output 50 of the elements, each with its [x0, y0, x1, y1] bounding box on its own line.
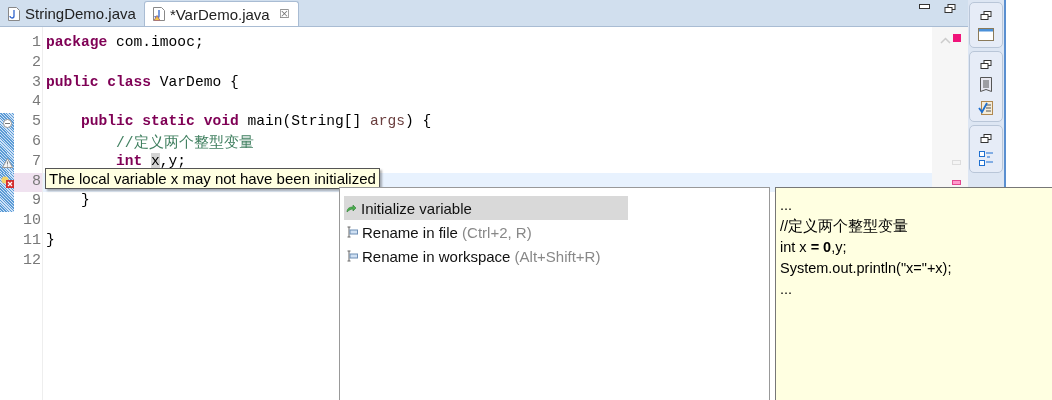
quick-fix-item[interactable]: Rename in workspace (Alt+Shift+R): [344, 244, 628, 268]
error-marker-icon[interactable]: [952, 180, 961, 185]
code-line: public class VarDemo {: [46, 73, 239, 90]
window-icon[interactable]: [978, 28, 994, 41]
collapse-icon[interactable]: [2, 118, 12, 128]
preview-line: ...: [780, 196, 794, 215]
line-number: 10: [22, 212, 42, 232]
code-line: package com.imooc;: [46, 34, 204, 50]
line-number: 7: [31, 152, 42, 172]
preview-line: //定义两个整型变量: [780, 217, 910, 236]
line-number: 3: [31, 73, 42, 93]
line-number: 9: [31, 192, 42, 212]
restore-icon[interactable]: [980, 134, 992, 144]
restore-icon[interactable]: [980, 11, 992, 21]
error-bulb-icon[interactable]: [0, 176, 14, 189]
code-line: public static void main(String[] args) {: [80, 113, 432, 130]
line-number: 6: [31, 133, 42, 152]
quick-fix-item[interactable]: Initialize variable: [344, 196, 628, 220]
error-marker-icon[interactable]: [953, 34, 961, 42]
line-number: 11: [22, 231, 42, 251]
restore-icon[interactable]: [980, 60, 992, 70]
line-number: 8: [14, 172, 42, 193]
line-number: 5: [31, 113, 42, 133]
code-line: //定义两个整型变量: [115, 135, 254, 151]
minimize-icon[interactable]: [919, 4, 930, 9]
warning-marker-icon[interactable]: [952, 160, 961, 165]
java-file-icon: [8, 6, 20, 21]
code-line: int x,y;: [115, 152, 187, 169]
line-number: 4: [31, 93, 42, 113]
close-tab-button[interactable]: ☒: [278, 7, 290, 21]
error-tooltip: The local variable x may not have been initialized: [45, 168, 380, 189]
editor-tab[interactable]: *VarDemo.java ☒: [143, 1, 299, 26]
restore-icon[interactable]: [944, 4, 956, 14]
task-list-icon[interactable]: [978, 99, 994, 115]
code-line: }: [80, 192, 90, 209]
rename-icon: [346, 250, 358, 262]
correction-arrow-icon: [346, 203, 357, 213]
line-number: 2: [31, 53, 42, 73]
java-file-icon: [152, 7, 165, 21]
document-icon[interactable]: [980, 77, 992, 92]
preview-line: int x = 0,y;: [780, 238, 848, 257]
preview-line: ...: [780, 280, 794, 299]
outline-icon[interactable]: [978, 151, 994, 166]
line-number: 12: [22, 251, 42, 271]
quick-fix-item[interactable]: Rename in file (Ctrl+2, R): [344, 220, 628, 244]
code-line: }: [46, 231, 55, 248]
line-number: 1: [31, 34, 42, 53]
preview-line: System.out.println("x="+x);: [780, 259, 953, 278]
rename-icon: [346, 226, 358, 238]
editor-tab[interactable]: StringDemo.java: [0, 1, 144, 26]
